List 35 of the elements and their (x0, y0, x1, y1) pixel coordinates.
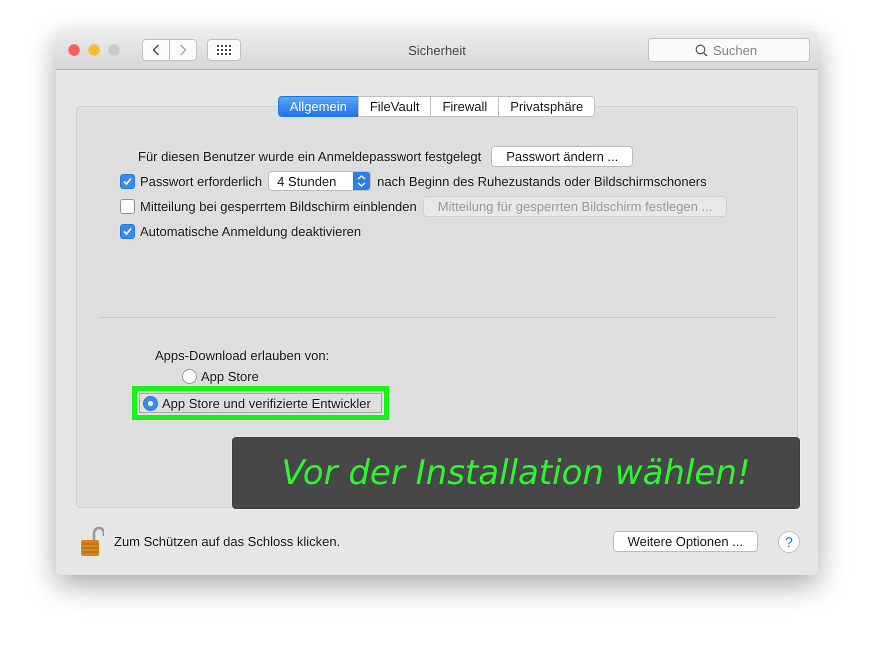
search-icon (695, 44, 708, 56)
interval-select[interactable]: 4 Stunden (268, 171, 372, 191)
search-input[interactable]: Suchen (713, 42, 763, 58)
close-icon[interactable] (68, 44, 80, 56)
checkbox[interactable] (120, 224, 135, 238)
stepper-icon (353, 172, 370, 190)
lock-hint-text: Zum Schützen auf das Schloss klicken. (114, 534, 340, 549)
more-options-button[interactable]: Weitere Optionen ... (612, 531, 758, 552)
option-label: Passwort erforderlich (140, 174, 262, 188)
option-label: Automatische Anmeldung deaktivieren (140, 224, 362, 238)
radio-label: App Store und verifizierte Entwickler (162, 396, 371, 410)
option-suffix-text: nach Beginn des Ruhezustands oder Bildschirmschoners (377, 174, 707, 188)
tab[interactable]: Firewall (430, 96, 500, 117)
chevron-left-icon (152, 44, 160, 56)
checkbox[interactable] (120, 174, 135, 188)
padlock-icon[interactable] (80, 526, 104, 558)
download-label: Apps-Download erlauben von: (155, 348, 330, 363)
option-label: Mitteilung bei gesperrtem Bildschirm einblenden (140, 198, 417, 214)
tab[interactable]: Privatsphäre (498, 96, 596, 117)
radio-button[interactable] (182, 368, 197, 384)
back-button[interactable] (142, 39, 170, 61)
search-field[interactable]: Suchen (648, 38, 810, 62)
annotation-text: Vor der Installation wählen! (282, 453, 750, 493)
radio-button[interactable] (143, 396, 158, 410)
checkmark-icon (123, 176, 132, 186)
checkmark-icon (123, 226, 132, 236)
grid-button[interactable] (207, 39, 241, 61)
password-status-text: Für diesen Benutzer wurde ein Anmeldepasswort festgelegt (138, 148, 482, 164)
change-password-button[interactable]: Passwort ändern ... (491, 146, 634, 166)
radio-label: App Store (201, 368, 259, 384)
chevron-right-icon (179, 44, 187, 56)
grid-icon (217, 45, 231, 55)
window-title: Sicherheit (408, 42, 466, 58)
help-button[interactable]: ? (778, 530, 800, 552)
tab[interactable]: FileVault (358, 96, 432, 117)
